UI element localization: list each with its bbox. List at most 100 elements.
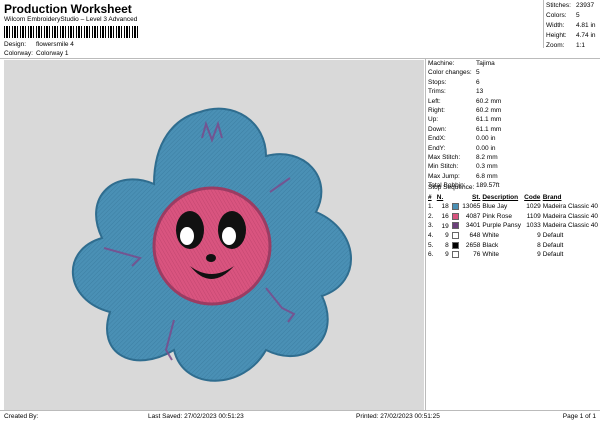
color-description: Black [482, 241, 499, 249]
thread-brand: Default [542, 251, 564, 259]
info-value: 189.57ft [476, 182, 500, 190]
color-code: 9 [537, 251, 541, 259]
info-label: Right: [428, 106, 445, 114]
info-value: 61.1 mm [476, 125, 502, 133]
needle-value: 19 [441, 222, 449, 230]
summary-row-height: Height: 4.74 in [544, 32, 600, 42]
stop-number: 6. [428, 251, 434, 259]
needle-number: 9 [437, 231, 462, 241]
stop-number: 2. [428, 212, 434, 220]
info-row: Max Stitch: 8.2 mm [428, 154, 598, 163]
col-stitches: St. [472, 194, 481, 201]
stop-sequence-row: 6. 9 76 White 9 Default [428, 250, 600, 260]
needle-value: 9 [445, 251, 449, 259]
info-label: EndX: [428, 135, 446, 143]
stop-sequence-row: 4. 9 648 White 9 Default [428, 231, 600, 241]
stitch-count: 648 [469, 232, 481, 240]
summary-value: 4.74 in [576, 32, 596, 39]
stop-sequence-row: 2. 16 4087 Pink Rose 1109 Madeira Classic 40 [428, 212, 600, 222]
stitch-count: 2658 [465, 241, 481, 249]
summary-panel: Stitches: 23937 Colors: 5 Width: 4.81 in He… [544, 2, 600, 52]
stop-sequence-row: 5. 8 2658 Black 8 Default [428, 240, 600, 250]
info-value: 6 [476, 78, 480, 86]
info-value: 0.3 mm [476, 163, 498, 171]
summary-row-colors: Colors: 5 [544, 12, 600, 22]
summary-label: Colors: [546, 12, 567, 19]
color-description: White [482, 232, 499, 240]
info-row: Machine: Tajima [428, 60, 598, 69]
info-value: 60.2 mm [476, 97, 502, 105]
info-value: Tajima [476, 60, 495, 67]
needle-number: 8 [437, 240, 462, 250]
stop-sequence-header: # N. St. Description Code Brand [428, 193, 600, 202]
info-label: Color changes: [428, 69, 472, 77]
info-label: Max Jump: [428, 172, 460, 180]
summary-value: 5 [576, 12, 580, 19]
info-row: Up: 61.1 mm [428, 116, 598, 125]
printed-date: Printed: 27/02/2023 00:51:25 [356, 413, 440, 420]
stitch-count: 13065 [462, 203, 481, 211]
color-swatch [451, 251, 459, 259]
info-value: 8.2 mm [476, 153, 498, 161]
nose [206, 254, 216, 262]
summary-row-stitches: Stitches: 23937 [544, 2, 600, 12]
flower-center [152, 186, 272, 306]
info-value: 0.00 in [476, 144, 496, 152]
info-row: Right: 60.2 mm [428, 107, 598, 116]
stitch-count: 76 [473, 251, 481, 259]
colorway-label: Colorway: [4, 50, 33, 57]
info-value: 13 [476, 88, 484, 96]
info-value: 6.8 mm [476, 172, 498, 180]
stop-sequence-label: Stop Sequence: [428, 184, 475, 191]
info-label: Left: [428, 97, 441, 105]
needle-number: 9 [437, 250, 462, 260]
info-row: Color changes: 5 [428, 69, 598, 78]
stop-number: 1. [428, 203, 434, 211]
info-row: EndY: 0.00 in [428, 145, 598, 154]
color-description: Purple Pansy [482, 222, 522, 230]
panel-divider [425, 58, 426, 410]
stop-sequence-table: # N. St. Description Code Brand 1. 18 1306… [428, 193, 600, 260]
needle-number: 18 [437, 202, 462, 212]
needle-value: 18 [441, 203, 449, 211]
color-description: Blue Jay [482, 203, 508, 211]
color-swatch [451, 212, 459, 220]
software-name: Wilcom EmbroideryStudio – Level 3 Advanc… [4, 16, 138, 23]
needle-value: 8 [445, 241, 449, 249]
stitch-count: 4087 [465, 212, 481, 220]
design-label: Design: [4, 41, 27, 48]
info-label: Stops: [428, 78, 447, 86]
summary-value: 1:1 [576, 42, 586, 49]
summary-label: Height: [546, 32, 567, 39]
thread-brand: Madeira Classic 40 [542, 222, 598, 230]
info-row: Max Jump: 6.8 mm [428, 173, 598, 182]
color-description: Pink Rose [482, 212, 512, 220]
needle-number: 16 [437, 212, 462, 222]
created-by: Created By: [4, 413, 39, 420]
color-swatch [451, 241, 459, 249]
info-row: Left: 60.2 mm [428, 98, 598, 107]
summary-label: Width: [546, 22, 565, 29]
col-num: # [428, 194, 432, 201]
color-swatch [451, 222, 459, 230]
stop-number: 5. [428, 241, 434, 249]
barcode [4, 26, 140, 38]
machine-info-panel: Machine: Tajima Color changes: 5 Stops: 6 T… [428, 60, 598, 191]
colorway-value: Colorway 1 [36, 50, 69, 57]
summary-row-zoom: Zoom: 1:1 [544, 42, 600, 52]
info-label: Min Stitch: [428, 163, 459, 171]
info-row: Down: 61.1 mm [428, 126, 598, 135]
stop-sequence-row: 1. 18 13065 Blue Jay 1029 Madeira Classic 40 [428, 202, 600, 212]
thread-brand: Default [542, 241, 564, 249]
info-label: Down: [428, 125, 447, 133]
thread-brand: Madeira Classic 40 [542, 203, 598, 211]
col-description: Description [482, 194, 519, 201]
info-value: 61.1 mm [476, 116, 502, 124]
info-label: EndY: [428, 144, 446, 152]
info-label: Up: [428, 116, 439, 124]
footer-divider [0, 410, 600, 411]
color-code: 8 [537, 241, 541, 249]
flower-embroidery-image [72, 107, 352, 382]
info-value: 60.2 mm [476, 106, 502, 114]
color-code: 1109 [526, 212, 541, 220]
